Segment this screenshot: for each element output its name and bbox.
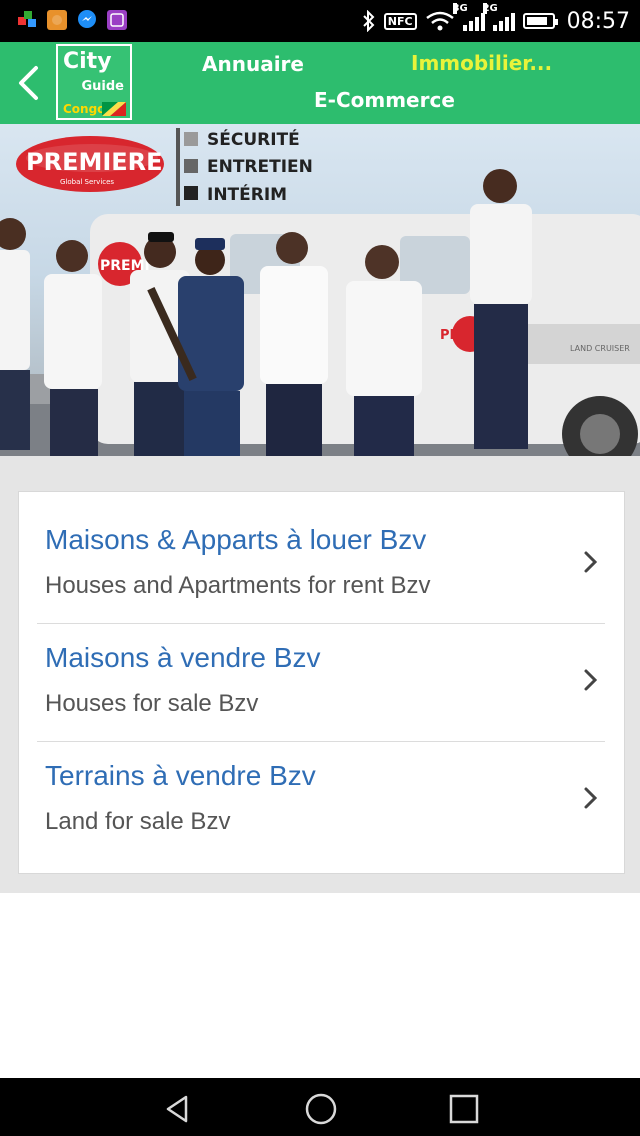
list-item-title: Terrains à vendre Bzv bbox=[45, 760, 316, 791]
status-bar: NFC 3G 2G 08:57 bbox=[0, 0, 640, 42]
banner-illustration: LAND CRUISER PREMI PREMIERE PREMIERE Glo… bbox=[0, 128, 640, 456]
back-icon[interactable] bbox=[162, 1093, 194, 1125]
app-bar: City Guide Congo Annuaire Immobilier... … bbox=[0, 42, 640, 124]
service-securite: SÉCURITÉ bbox=[207, 128, 300, 150]
signal-3g-icon: 3G bbox=[452, 3, 485, 31]
list-item-title: Maisons & Apparts à louer Bzv bbox=[45, 524, 427, 555]
wifi-icon bbox=[425, 11, 454, 31]
system-navigation-bar bbox=[0, 1078, 640, 1136]
brand-name: PREMIERE bbox=[26, 148, 163, 176]
signal-2g-icon: 2G bbox=[482, 3, 515, 31]
chevron-left-icon bbox=[19, 66, 38, 100]
notification-icons bbox=[16, 9, 128, 31]
clock: 08:57 bbox=[566, 8, 630, 34]
brand-subtitle: Global Services bbox=[60, 178, 114, 186]
city-guide-logo[interactable]: City Guide Congo bbox=[56, 44, 132, 120]
list-item-subtitle: Land for sale Bzv bbox=[45, 808, 231, 835]
services-list: SÉCURITÉ ENTRETIEN INTÉRIM bbox=[184, 128, 313, 205]
content-area: Maisons & Apparts à louer Bzv Houses and… bbox=[0, 456, 640, 893]
list-item-subtitle: Houses for sale Bzv bbox=[45, 690, 259, 717]
van-model-text: LAND CRUISER bbox=[570, 344, 630, 353]
logo-text-congo: Congo bbox=[63, 102, 106, 116]
puzzle-app-icon bbox=[18, 11, 36, 27]
nav-annuaire[interactable]: Annuaire bbox=[202, 52, 304, 76]
nfc-icon: NFC bbox=[383, 12, 417, 30]
chevron-right-icon bbox=[584, 787, 598, 809]
chevron-right-icon bbox=[584, 669, 598, 691]
battery-icon bbox=[522, 13, 558, 29]
logo-text-city: City bbox=[63, 49, 112, 74]
bluetooth-icon bbox=[363, 10, 375, 32]
congo-flag-icon bbox=[102, 102, 126, 116]
list-item-subtitle: Houses and Apartments for rent Bzv bbox=[45, 572, 431, 599]
service-entretien: ENTRETIEN bbox=[207, 157, 313, 177]
nav-ecommerce[interactable]: E-Commerce bbox=[314, 88, 455, 112]
premiere-logo: PREMIERE Global Services bbox=[16, 136, 164, 192]
recents-icon[interactable] bbox=[448, 1093, 480, 1125]
status-indicators: NFC 3G 2G 08:57 bbox=[362, 0, 630, 42]
category-list-card: Maisons & Apparts à louer Bzv Houses and… bbox=[18, 491, 625, 874]
home-icon[interactable] bbox=[305, 1093, 337, 1125]
logo-text-guide: Guide bbox=[81, 79, 124, 94]
nav-immobilier[interactable]: Immobilier... bbox=[411, 51, 552, 75]
list-item-title: Maisons à vendre Bzv bbox=[45, 642, 321, 673]
battery-fill bbox=[526, 17, 547, 25]
list-item-rent[interactable]: Maisons & Apparts à louer Bzv Houses and… bbox=[19, 492, 624, 610]
list-item-houses-sale[interactable]: Maisons à vendre Bzv Houses for sale Bzv bbox=[19, 610, 624, 728]
back-button[interactable] bbox=[10, 62, 46, 104]
advertisement-banner[interactable]: LAND CRUISER PREMI PREMIERE PREMIERE Glo… bbox=[0, 124, 640, 456]
chevron-right-icon bbox=[584, 551, 598, 573]
orange-app-icon bbox=[47, 10, 67, 30]
messenger-icon bbox=[78, 10, 96, 28]
purple-app-icon bbox=[107, 10, 127, 30]
service-interim: INTÉRIM bbox=[207, 183, 287, 205]
list-item-land-sale[interactable]: Terrains à vendre Bzv Land for sale Bzv bbox=[19, 728, 624, 846]
